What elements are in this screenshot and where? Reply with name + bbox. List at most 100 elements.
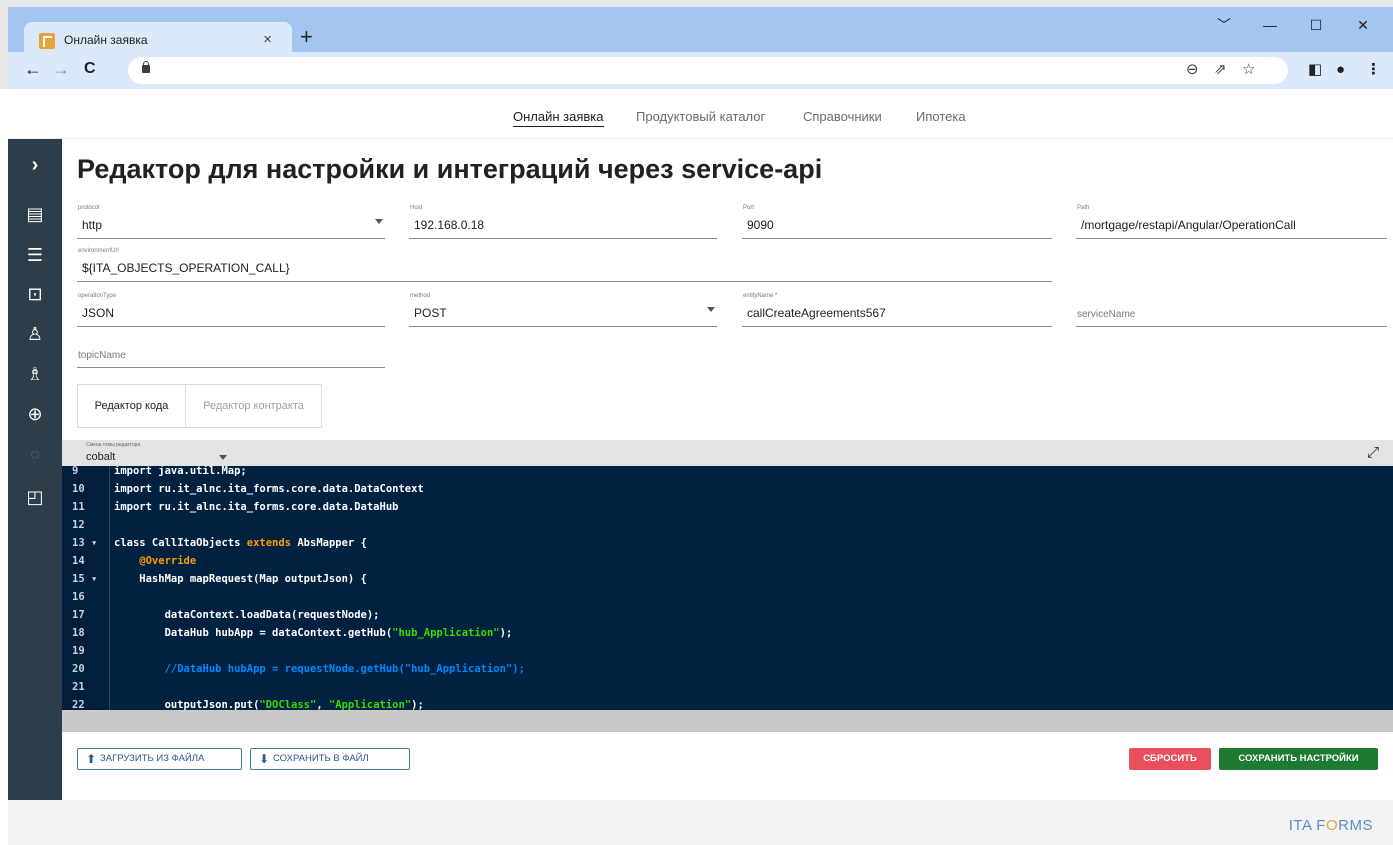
code-line[interactable]: 19 bbox=[62, 642, 1393, 660]
dropdown-arrow-icon[interactable] bbox=[219, 455, 227, 460]
chevron-right-icon[interactable]: › bbox=[8, 154, 62, 176]
topnav-mortgage[interactable]: Ипотека bbox=[916, 109, 966, 124]
maximize-button[interactable]: ☐ bbox=[1294, 13, 1338, 37]
line-number: 20 bbox=[72, 663, 85, 675]
page-title: Редактор для настройки и интеграций чере… bbox=[77, 154, 823, 184]
expand-icon[interactable]: ⤢ bbox=[1367, 444, 1379, 462]
browser-toolbar: ← → C ⊖ ⇗ ☆ ◧ ● ⋮ bbox=[0, 52, 1393, 89]
theme-select[interactable]: cobalt bbox=[86, 451, 115, 463]
users-icon[interactable]: ♗ bbox=[8, 363, 62, 385]
method-select[interactable]: method POST bbox=[409, 291, 717, 327]
code-line[interactable]: 22 outputJson.put("DOClass", "Applicatio… bbox=[62, 696, 1393, 710]
code-line[interactable]: 10 import ru.it_alnc.ita_forms.core.data.… bbox=[62, 480, 1393, 498]
code-line[interactable]: 17 dataContext.loadData(requestNode); bbox=[62, 606, 1393, 624]
tab-title: Онлайн заявка bbox=[64, 33, 148, 47]
zoom-icon[interactable]: ⊖ bbox=[1186, 61, 1199, 79]
user-icon[interactable]: ♙ bbox=[8, 323, 62, 345]
code-text: //DataHub hubApp = requestNode.getHub("h… bbox=[114, 663, 525, 675]
reset-button[interactable]: СБРОСИТЬ bbox=[1129, 748, 1211, 770]
code-line[interactable]: 16 bbox=[62, 588, 1393, 606]
code-text: import ru.it_alnc.ita_forms.core.data.Da… bbox=[114, 501, 399, 513]
code-line[interactable]: 9 import java.util.Map; bbox=[62, 466, 1393, 480]
address-bar[interactable]: ⊖ ⇗ ☆ bbox=[128, 57, 1288, 84]
save-to-file-button[interactable]: ⬇ СОХРАНИТЬ В ФАЙЛ bbox=[250, 748, 410, 770]
tab-contract-editor[interactable]: Редактор контракта bbox=[186, 385, 321, 427]
line-number: 18 bbox=[72, 627, 85, 639]
code-text: import ru.it_alnc.ita_forms.core.data.Da… bbox=[114, 483, 424, 495]
code-text: dataContext.loadData(requestNode); bbox=[114, 609, 380, 621]
briefcase-icon[interactable]: ⊡ bbox=[8, 283, 62, 305]
code-line[interactable]: 14 @Override bbox=[62, 552, 1393, 570]
code-text: @Override bbox=[114, 555, 197, 567]
code-text: HashMap mapRequest(Map outputJson) { bbox=[114, 573, 367, 585]
dropdown-arrow-icon bbox=[707, 307, 715, 312]
bookmark-star-icon[interactable]: ☆ bbox=[1242, 61, 1255, 79]
entity-name-label: entityName * bbox=[743, 293, 778, 299]
code-line[interactable]: 18 DataHub hubApp = dataContext.getHub("… bbox=[62, 624, 1393, 642]
host-field[interactable]: Host 192.168.0.18 bbox=[409, 203, 717, 239]
code-line[interactable]: 13 ▾ class CallItaObjects extends AbsMapp… bbox=[62, 534, 1393, 552]
side-panel-icon[interactable]: ◧ bbox=[1308, 61, 1322, 79]
path-field[interactable]: Path /mortgage/restapi/Angular/Operation… bbox=[1076, 203, 1387, 239]
sidebar: › ▤ ☰ ⊡ ♙ ♗ ⊕ ○ ◰ bbox=[8, 139, 62, 800]
profile-icon[interactable]: ● bbox=[1336, 61, 1345, 79]
reload-button[interactable]: C bbox=[84, 58, 96, 80]
path-value: /mortgage/restapi/Angular/OperationCall bbox=[1081, 218, 1296, 232]
back-button[interactable]: ← bbox=[24, 58, 42, 80]
download-label: СОХРАНИТЬ В ФАЙЛ bbox=[273, 753, 369, 764]
minimize-button[interactable]: — bbox=[1248, 13, 1292, 37]
entity-name-field[interactable]: entityName * callCreateAgreements567 bbox=[742, 291, 1052, 327]
upload-from-file-button[interactable]: ⬆ ЗАГРУЗИТЬ ИЗ ФАЙЛА bbox=[77, 748, 242, 770]
forward-button[interactable]: → bbox=[52, 58, 70, 80]
lightbulb-icon[interactable]: ○ bbox=[8, 443, 62, 465]
topnav-product-catalog[interactable]: Продуктовый каталог bbox=[636, 109, 765, 124]
lock-icon[interactable] bbox=[142, 61, 150, 73]
list-icon[interactable]: ☰ bbox=[8, 244, 62, 266]
file-icon[interactable]: ◰ bbox=[8, 486, 62, 508]
path-label: Path bbox=[1077, 205, 1090, 211]
port-value: 9090 bbox=[747, 218, 774, 232]
operation-type-value: JSON bbox=[82, 306, 115, 320]
tab-close-icon[interactable]: × bbox=[263, 30, 272, 50]
port-field[interactable]: Port 9090 bbox=[742, 203, 1052, 239]
topnav-directories[interactable]: Справочники bbox=[803, 109, 882, 124]
topnav-online-application[interactable]: Онлайн заявка bbox=[513, 109, 604, 127]
code-line[interactable]: 15 ▾ HashMap mapRequest(Map outputJson) … bbox=[62, 570, 1393, 588]
line-number: 16 bbox=[72, 591, 85, 603]
port-label: Port bbox=[743, 205, 755, 211]
service-name-field[interactable]: serviceName bbox=[1076, 291, 1387, 327]
line-number: 21 bbox=[72, 681, 85, 693]
app-footer: ITA FORMS bbox=[8, 800, 1393, 845]
line-number: 12 bbox=[72, 519, 85, 531]
new-tab-button[interactable]: + bbox=[300, 26, 313, 48]
tab-search-icon[interactable]: ﹀ bbox=[1202, 13, 1246, 37]
share-icon[interactable]: ⇗ bbox=[1214, 61, 1227, 79]
topic-name-field[interactable]: topicName bbox=[77, 332, 385, 368]
code-editor[interactable]: 9 import java.util.Map; 10 import ru.it_aln… bbox=[62, 466, 1393, 710]
document-icon[interactable]: ▤ bbox=[8, 203, 62, 225]
environment-url-field[interactable]: environmentUrl ${ITA_OBJECTS_OPERATION_C… bbox=[77, 246, 1052, 282]
operation-type-field[interactable]: operationType JSON bbox=[77, 291, 385, 327]
save-settings-button[interactable]: СОХРАНИТЬ НАСТРОЙКИ bbox=[1219, 748, 1378, 770]
service-name-placeholder: serviceName bbox=[1077, 309, 1136, 320]
tab-code-editor[interactable]: Редактор кода bbox=[78, 385, 186, 427]
code-text: class CallItaObjects extends AbsMapper { bbox=[114, 537, 367, 549]
protocol-select[interactable]: protocol http bbox=[77, 203, 385, 239]
close-window-button[interactable]: ✕ bbox=[1341, 13, 1385, 37]
code-text: outputJson.put("DOClass", "Application")… bbox=[114, 699, 424, 710]
top-navigation: Онлайн заявка Продуктовый каталог Справо… bbox=[8, 89, 1393, 139]
line-number: 19 bbox=[72, 645, 85, 657]
code-line[interactable]: 11 import ru.it_alnc.ita_forms.core.data.… bbox=[62, 498, 1393, 516]
method-value: POST bbox=[414, 306, 447, 320]
line-number: 15 ▾ bbox=[72, 573, 98, 585]
editor-status-bar bbox=[62, 710, 1393, 732]
line-number: 9 bbox=[72, 466, 79, 477]
environment-url-label: environmentUrl bbox=[78, 248, 119, 254]
code-line[interactable]: 20 //DataHub hubApp = requestNode.getHub… bbox=[62, 660, 1393, 678]
code-line[interactable]: 12 bbox=[62, 516, 1393, 534]
code-line[interactable]: 21 bbox=[62, 678, 1393, 696]
browser-menu-icon[interactable]: ⋮ bbox=[1366, 61, 1381, 79]
dropdown-arrow-icon bbox=[375, 219, 383, 224]
lock-icon[interactable]: ⊕ bbox=[8, 403, 62, 425]
line-number: 14 bbox=[72, 555, 85, 567]
